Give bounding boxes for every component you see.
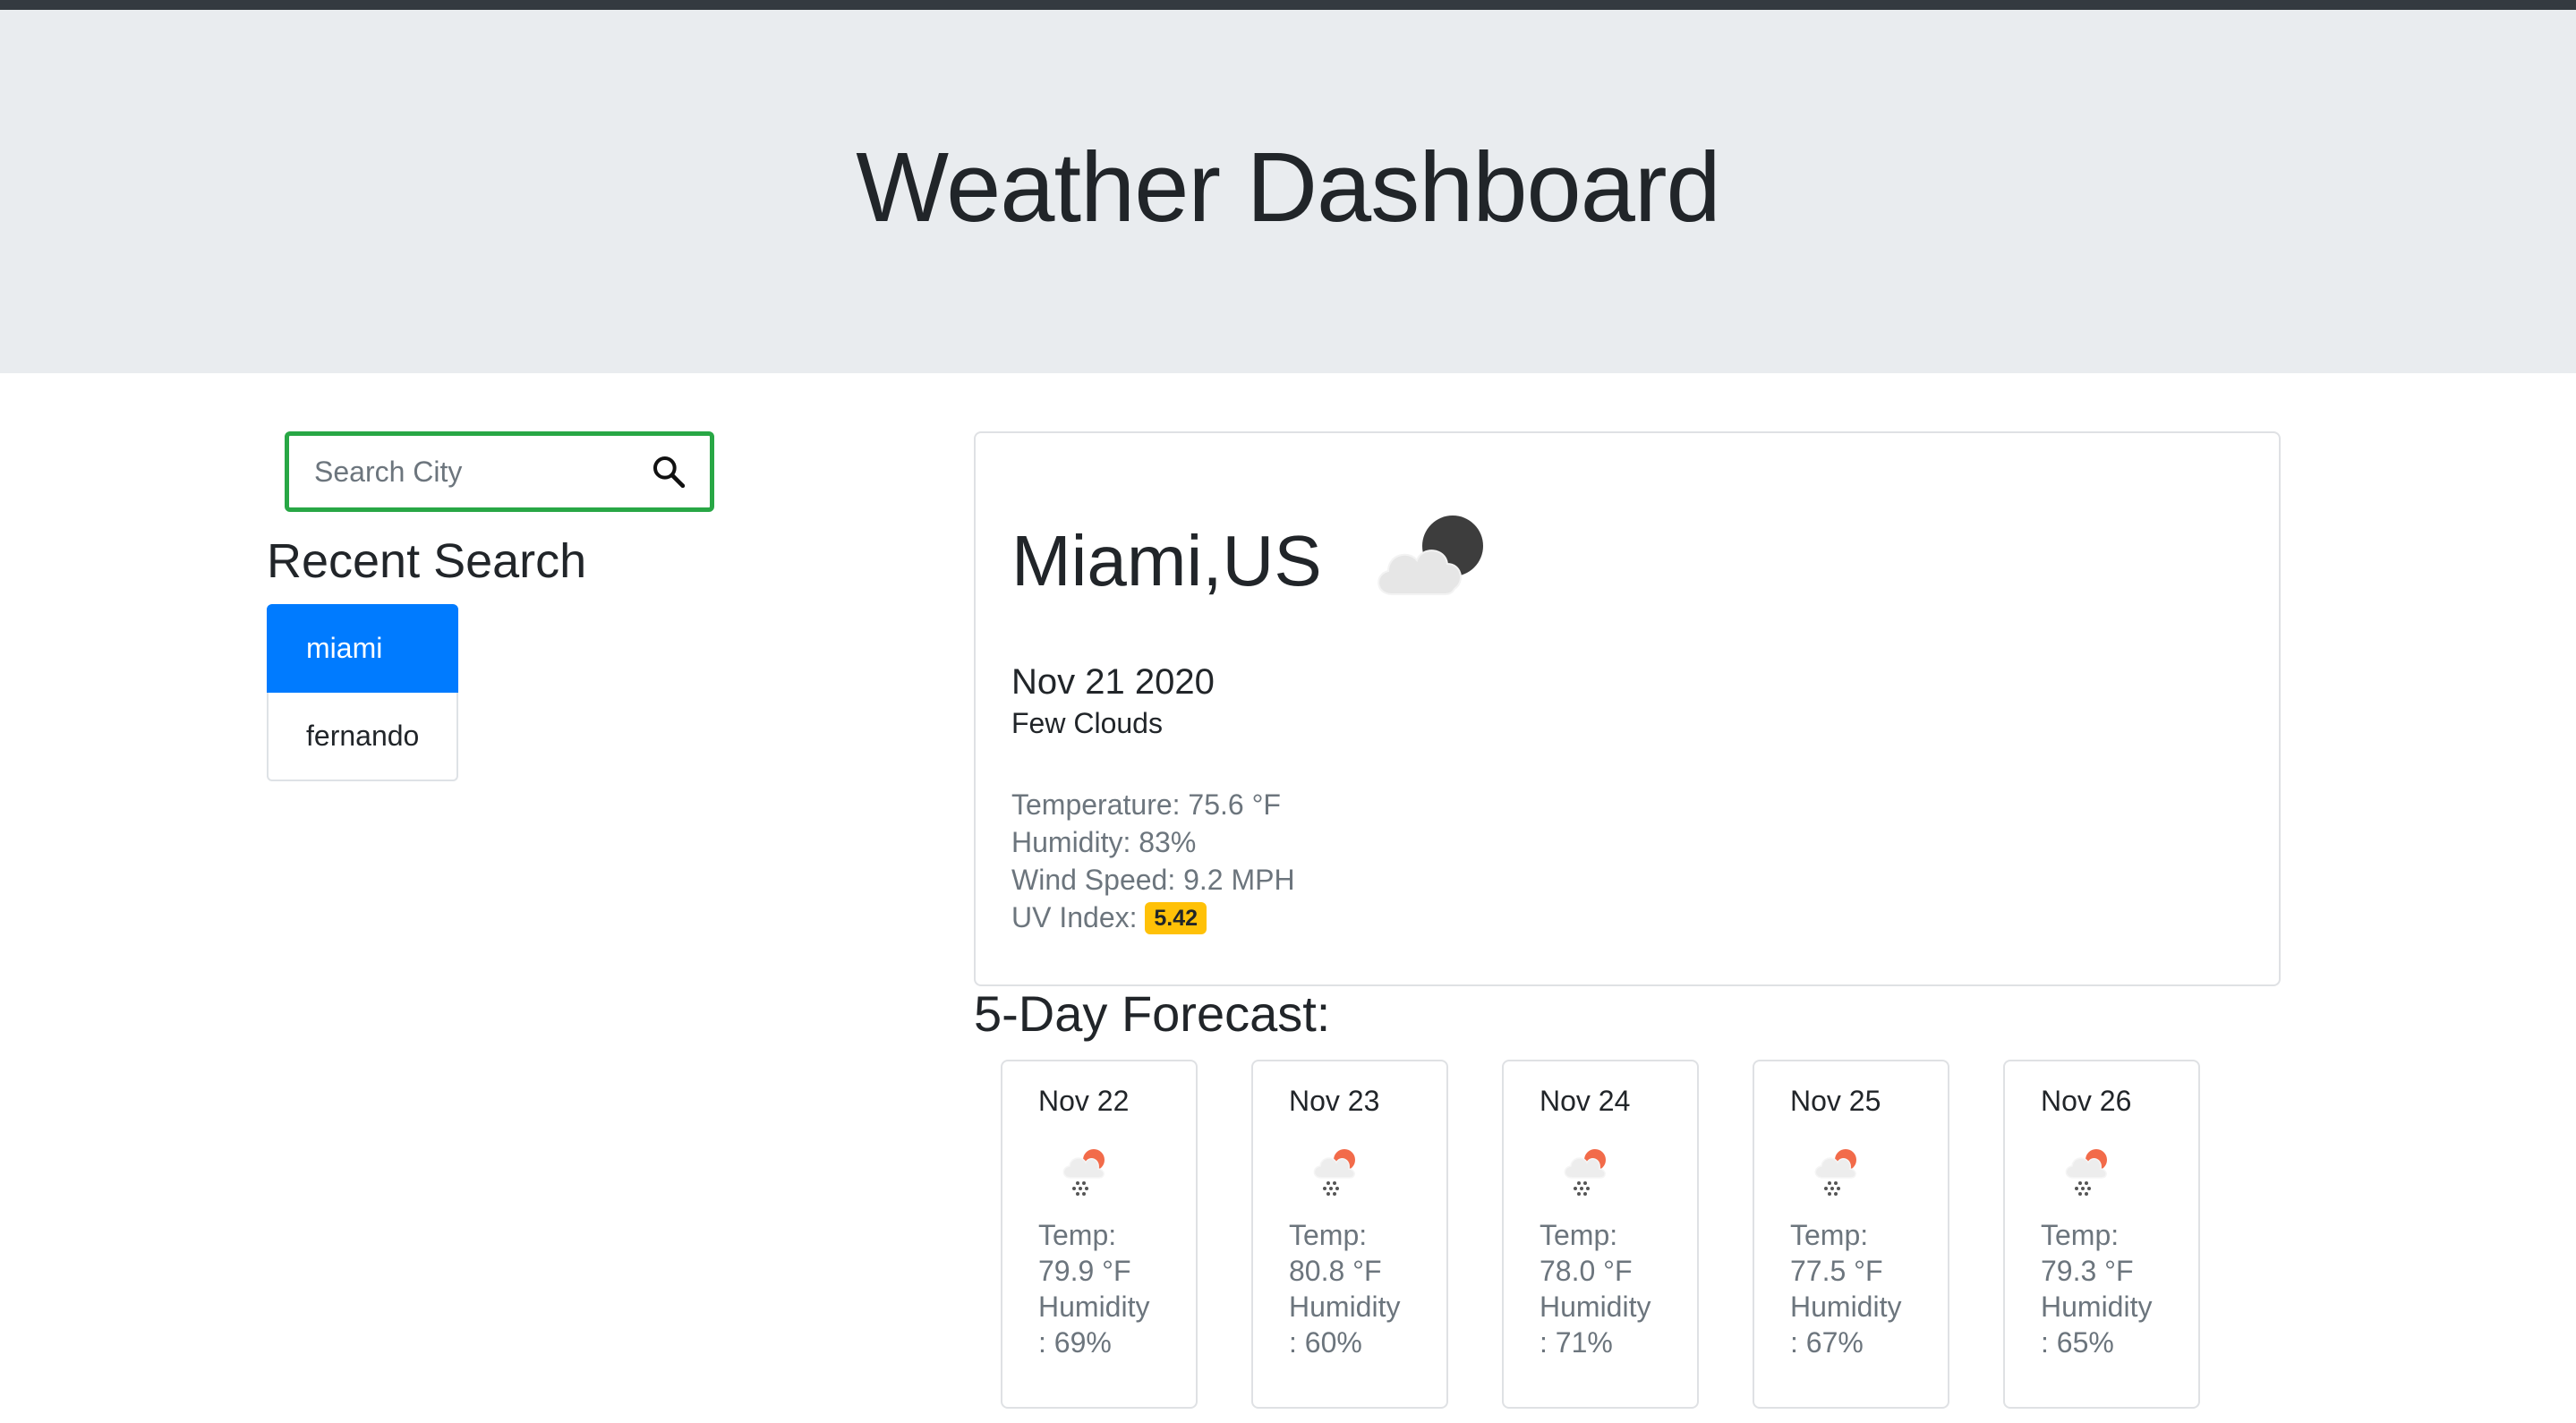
forecast-temp-label: Temp: — [1038, 1219, 1117, 1251]
header-banner: Weather Dashboard — [0, 10, 2576, 373]
rain-sun-icon — [2065, 1149, 2107, 1196]
forecast-temp: 78.0 °F — [1540, 1255, 1633, 1287]
temperature: Temperature: 75.6 °F — [1011, 788, 1281, 821]
forecast-humidity: : 65% — [2041, 1326, 2114, 1359]
rain-sun-icon — [1062, 1149, 1105, 1196]
uv-index-row: UV Index: 5.42 — [1011, 899, 1295, 936]
forecast-title: 5-Day Forecast: — [974, 985, 1331, 1042]
rain-sun-icon — [1814, 1149, 1856, 1196]
forecast-humidity-label: Humidity — [1038, 1291, 1150, 1323]
forecast-details: Temp: 80.8 °F Humidity : 60% — [1289, 1217, 1441, 1360]
forecast-temp: 77.5 °F — [1790, 1255, 1883, 1287]
forecast-date: Nov 25 — [1790, 1085, 1881, 1117]
forecast-humidity: : 67% — [1790, 1326, 1864, 1359]
few-clouds-night-icon — [1377, 516, 1483, 595]
forecast-card-2: Nov 23 Temp: 80.8 °F Humidity : 60% — [1251, 1060, 1448, 1409]
forecast-temp: 79.9 °F — [1038, 1255, 1131, 1287]
forecast-humidity: : 69% — [1038, 1326, 1112, 1359]
forecast-details: Temp: 77.5 °F Humidity : 67% — [1790, 1217, 1942, 1360]
recent-item-fernando[interactable]: fernando — [267, 693, 458, 781]
forecast-date: Nov 22 — [1038, 1085, 1130, 1117]
forecast-date: Nov 26 — [2041, 1085, 2132, 1117]
forecast-card-3: Nov 24 Temp: 78.0 °F Humidity : 71% — [1502, 1060, 1699, 1409]
forecast-card-5: Nov 26 Temp: 79.3 °F Humidity : 65% — [2003, 1060, 2200, 1409]
uv-index-label: UV Index: — [1011, 901, 1138, 933]
forecast-temp-label: Temp: — [1289, 1219, 1368, 1251]
rain-sun-icon — [1564, 1149, 1606, 1196]
forecast-humidity-label: Humidity — [1790, 1291, 1902, 1323]
forecast-humidity-label: Humidity — [2041, 1291, 2153, 1323]
recent-search-title: Recent Search — [267, 534, 587, 588]
forecast-temp-label: Temp: — [1790, 1219, 1869, 1251]
page-title: Weather Dashboard — [856, 132, 1720, 243]
search-icon — [653, 456, 686, 489]
forecast-card-1: Nov 22 Temp: 79.9 °F Humidity : 69% — [1001, 1060, 1198, 1409]
weather-description: Few Clouds — [1011, 707, 1163, 739]
forecast-humidity-label: Humidity — [1540, 1291, 1651, 1323]
forecast-humidity: : 60% — [1289, 1326, 1362, 1359]
top-bar — [0, 0, 2576, 10]
forecast-temp: 79.3 °F — [2041, 1255, 2134, 1287]
recent-search-list: miami fernando — [267, 604, 458, 781]
forecast-details: Temp: 79.3 °F Humidity : 65% — [2041, 1217, 2193, 1360]
search-input[interactable] — [312, 444, 638, 499]
search-button[interactable] — [647, 450, 690, 493]
rain-sun-icon — [1313, 1149, 1355, 1196]
current-details: Temperature: 75.6 °F Humidity: 83% Wind … — [1011, 786, 1295, 936]
forecast-humidity-label: Humidity — [1289, 1291, 1401, 1323]
forecast-date: Nov 23 — [1289, 1085, 1380, 1117]
forecast-temp-label: Temp: — [1540, 1219, 1618, 1251]
city-name: Miami,US — [1011, 521, 1322, 601]
recent-item-miami[interactable]: miami — [267, 604, 458, 693]
uv-index-badge: 5.42 — [1145, 902, 1207, 934]
forecast-details: Temp: 78.0 °F Humidity : 71% — [1540, 1217, 1692, 1360]
forecast-temp: 80.8 °F — [1289, 1255, 1382, 1287]
forecast-temp-label: Temp: — [2041, 1219, 2120, 1251]
wind-speed: Wind Speed: 9.2 MPH — [1011, 864, 1295, 896]
humidity: Humidity: 83% — [1011, 826, 1197, 858]
forecast-date: Nov 24 — [1540, 1085, 1631, 1117]
search-box — [285, 431, 714, 512]
forecast-details: Temp: 79.9 °F Humidity : 69% — [1038, 1217, 1190, 1360]
current-date: Nov 21 2020 — [1011, 662, 1215, 702]
current-weather-card: Miami,US Nov 21 2020 Few Clouds Temperat… — [974, 431, 2281, 986]
forecast-card-4: Nov 25 Temp: 77.5 °F Humidity : 67% — [1753, 1060, 1949, 1409]
forecast-humidity: : 71% — [1540, 1326, 1613, 1359]
